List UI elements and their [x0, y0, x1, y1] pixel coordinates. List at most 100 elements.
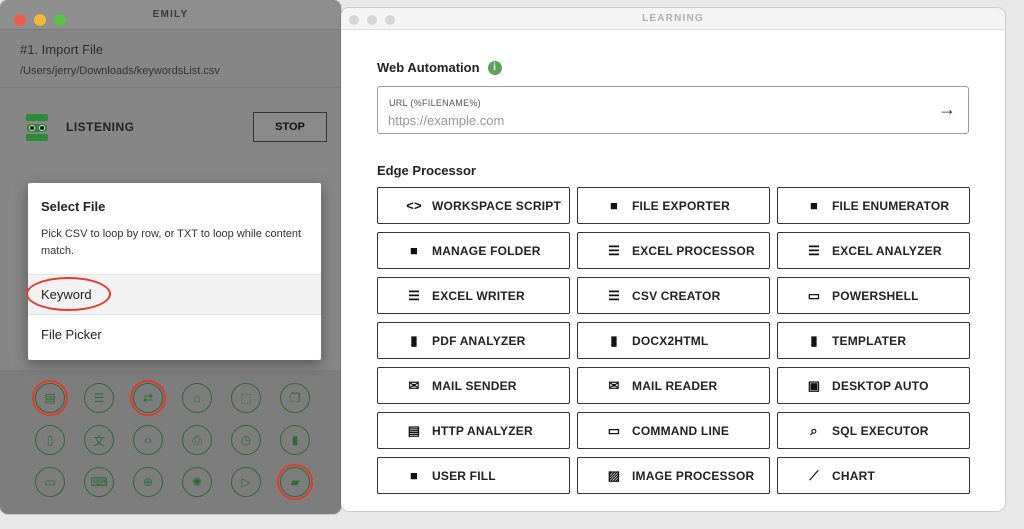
processor-label: PDF ANALYZER: [432, 333, 526, 348]
print-icon[interactable]: ⎙: [182, 425, 212, 455]
document-icon: ▮: [610, 332, 618, 348]
highlight-circle: [32, 380, 68, 416]
processor-button-templater[interactable]: ▮ TEMPLATER: [777, 322, 970, 359]
document-icon[interactable]: ▮: [280, 425, 310, 455]
processor-button-workspace-script[interactable]: <> WORKSPACE SCRIPT: [377, 187, 570, 224]
processor-button-manage-folder[interactable]: ■ MANAGE FOLDER: [377, 232, 570, 269]
processor-button-csv-creator[interactable]: ☰ CSV CREATOR: [577, 277, 770, 314]
processor-label: DOCX2HTML: [632, 333, 709, 348]
processor-button-mail-reader[interactable]: ✉ MAIL READER: [577, 367, 770, 404]
listening-bar: LISTENING STOP: [0, 88, 341, 150]
list-icon: ☰: [608, 287, 620, 303]
document-icon: ▮: [410, 332, 418, 348]
processor-grid: <> WORKSPACE SCRIPT ■ FILE EXPORTER ■ FILE EN…: [377, 187, 970, 494]
processor-label: TEMPLATER: [832, 333, 907, 348]
list-icon: ☰: [608, 242, 620, 258]
processor-button-command-line[interactable]: ▭ COMMAND LINE: [577, 412, 770, 449]
close-icon[interactable]: [14, 14, 26, 26]
document-icon: ▮: [810, 332, 818, 348]
chart-icon: ⟋: [809, 467, 819, 483]
learning-titlebar: LEARNING: [341, 8, 1005, 30]
processor-label: EXCEL PROCESSOR: [632, 243, 755, 258]
popup-description: Pick CSV to loop by row, or TXT to loop …: [41, 228, 302, 257]
translate-icon[interactable]: 文: [84, 425, 114, 455]
laptop-icon: ▭: [807, 287, 821, 303]
folder-info-icon: ■: [409, 468, 419, 483]
processor-label: MAIL SENDER: [432, 378, 517, 393]
processor-label: POWERSHELL: [832, 288, 919, 303]
file-path: /Users/jerry/Downloads/keywordsList.csv: [20, 65, 220, 77]
info-icon[interactable]: i: [487, 60, 502, 75]
window-controls: [349, 15, 395, 25]
processor-label: HTTP ANALYZER: [432, 423, 533, 438]
highlight-circle: [130, 380, 166, 416]
list-icon: ☰: [808, 242, 820, 258]
minimize-icon[interactable]: [367, 15, 377, 25]
step-title: #1. Import File: [20, 42, 104, 57]
processor-label: EXCEL WRITER: [432, 288, 525, 303]
processor-label: FILE ENUMERATOR: [832, 198, 950, 213]
processor-button-excel-processor[interactable]: ☰ EXCEL PROCESSOR: [577, 232, 770, 269]
stop-button[interactable]: STOP: [253, 112, 327, 142]
processor-label: MAIL READER: [632, 378, 718, 393]
processor-button-excel-writer[interactable]: ☰ EXCEL WRITER: [377, 277, 570, 314]
processor-label: CHART: [832, 468, 875, 483]
processor-button-docx2html[interactable]: ▮ DOCX2HTML: [577, 322, 770, 359]
minimize-icon[interactable]: [34, 14, 46, 26]
folder-icon: ■: [609, 198, 619, 213]
option-file-picker[interactable]: File Picker: [28, 314, 321, 354]
processor-label: FILE EXPORTER: [632, 198, 730, 213]
processor-button-image-processor[interactable]: ▨ IMAGE PROCESSOR: [577, 457, 770, 494]
laptop-icon: ▭: [607, 422, 621, 438]
search-icon: ⌕: [810, 422, 818, 438]
edge-processor-heading: Edge Processor: [377, 163, 476, 178]
processor-label: IMAGE PROCESSOR: [632, 468, 755, 483]
processor-button-user-fill[interactable]: ■ USER FILL: [377, 457, 570, 494]
window-title: LEARNING: [642, 13, 704, 24]
archive-icon[interactable]: ▭: [35, 467, 65, 497]
highlight-circle: [26, 277, 111, 311]
url-input[interactable]: [388, 111, 908, 129]
maximize-icon[interactable]: [54, 14, 66, 26]
clipboard-icon[interactable]: ▯: [35, 425, 65, 455]
processor-label: MANAGE FOLDER: [432, 243, 541, 258]
processor-button-sql-executor[interactable]: ⌕ SQL EXECUTOR: [777, 412, 970, 449]
mail-icon: ✉: [608, 377, 620, 393]
copy-icon[interactable]: ❐: [280, 383, 310, 413]
processor-button-mail-sender[interactable]: ✉ MAIL SENDER: [377, 367, 570, 404]
code-icon[interactable]: ‹›: [133, 425, 163, 455]
processor-button-desktop-auto[interactable]: ▣ DESKTOP AUTO: [777, 367, 970, 404]
processor-label: CSV CREATOR: [632, 288, 721, 303]
target-icon[interactable]: ⊕: [133, 467, 163, 497]
processor-button-chart[interactable]: ⟋ CHART: [777, 457, 970, 494]
processor-label: WORKSPACE SCRIPT: [432, 198, 561, 213]
arrow-right-icon[interactable]: →: [938, 99, 956, 120]
learning-window: LEARNING Web Automation i URL (%FILENAME…: [341, 8, 1005, 511]
processor-button-excel-analyzer[interactable]: ☰ EXCEL ANALYZER: [777, 232, 970, 269]
play-file-icon[interactable]: ▷: [231, 467, 261, 497]
processor-button-pdf-analyzer[interactable]: ▮ PDF ANALYZER: [377, 322, 570, 359]
folder-icon: ■: [409, 243, 419, 258]
home-icon[interactable]: ⌂: [182, 383, 212, 413]
list-icon[interactable]: ☰: [84, 383, 114, 413]
lightbulb-icon[interactable]: ✺: [182, 467, 212, 497]
processor-label: SQL EXECUTOR: [832, 423, 929, 438]
select-icon[interactable]: ⬚: [231, 383, 261, 413]
list-icon: ☰: [408, 287, 420, 303]
desktop-icon: ▣: [807, 377, 821, 393]
processor-button-file-enumerator[interactable]: ■ FILE ENUMERATOR: [777, 187, 970, 224]
processor-label: EXCEL ANALYZER: [832, 243, 942, 258]
highlight-circle: [277, 464, 313, 500]
maximize-icon[interactable]: [385, 15, 395, 25]
select-file-popup: Select File Pick CSV to loop by row, or …: [28, 183, 321, 360]
processor-button-powershell[interactable]: ▭ POWERSHELL: [777, 277, 970, 314]
processor-button-file-exporter[interactable]: ■ FILE EXPORTER: [577, 187, 770, 224]
alarm-icon[interactable]: ◷: [231, 425, 261, 455]
status-label: LISTENING: [66, 120, 135, 134]
web-automation-heading: Web Automation i: [377, 60, 502, 75]
processor-button-http-analyzer[interactable]: ▤ HTTP ANALYZER: [377, 412, 570, 449]
close-icon[interactable]: [349, 15, 359, 25]
keyboard-icon[interactable]: ⌨: [84, 467, 114, 497]
window-controls: [14, 14, 66, 26]
popup-title: Select File: [41, 199, 106, 214]
